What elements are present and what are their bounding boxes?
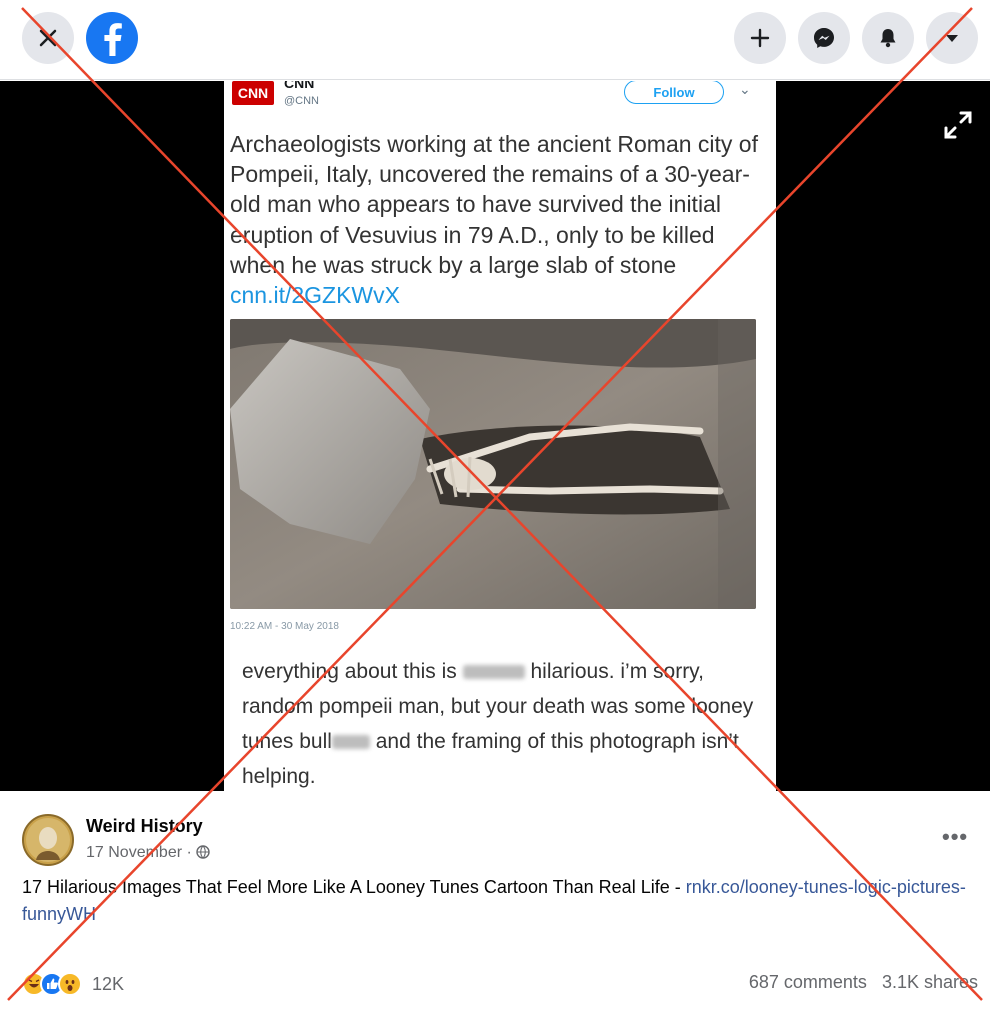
post-date-text: 17 November bbox=[86, 844, 183, 861]
tweet-body: Archaeologists working at the ancient Ro… bbox=[230, 131, 758, 278]
page-name[interactable]: Weird History bbox=[86, 816, 203, 837]
fullscreen-button[interactable] bbox=[942, 109, 974, 146]
post-image[interactable]: CNN CNN @CNN Follow ⌄ Archaeologists wor… bbox=[224, 81, 776, 791]
tweet-handle: @CNN bbox=[284, 95, 319, 107]
plus-icon bbox=[750, 28, 770, 48]
shares-count[interactable]: 3.1K shares bbox=[882, 972, 978, 992]
tweet-timestamp: 10:22 AM - 30 May 2018 bbox=[230, 621, 339, 632]
messenger-button[interactable] bbox=[798, 12, 850, 64]
top-bar bbox=[0, 0, 990, 80]
comments-count[interactable]: 687 comments bbox=[749, 972, 867, 992]
cnn-logo: CNN bbox=[232, 81, 274, 105]
globe-icon bbox=[196, 845, 210, 859]
account-menu-button[interactable] bbox=[926, 12, 978, 64]
notifications-button[interactable] bbox=[862, 12, 914, 64]
photo-viewer: CNN CNN @CNN Follow ⌄ Archaeologists wor… bbox=[0, 81, 990, 791]
wow-icon bbox=[58, 972, 82, 996]
caret-down-icon bbox=[946, 35, 958, 42]
bell-icon bbox=[880, 29, 896, 48]
tweet-photo bbox=[230, 319, 756, 609]
post-date[interactable]: 17 November · bbox=[86, 844, 210, 862]
close-button[interactable] bbox=[22, 12, 74, 64]
expand-icon bbox=[944, 111, 972, 139]
meme-caption: everything about this is hilarious. i’m … bbox=[242, 654, 772, 791]
post-text: 17 Hilarious Images That Feel More Like … bbox=[22, 874, 972, 928]
tweet-text: Archaeologists working at the ancient Ro… bbox=[230, 129, 770, 310]
tweet-follow-button: Follow bbox=[624, 81, 724, 104]
post-stats: 687 comments 3.1K shares bbox=[749, 972, 978, 993]
close-icon bbox=[39, 29, 57, 47]
reactions-summary[interactable]: 12K bbox=[22, 970, 124, 998]
avatar[interactable] bbox=[22, 814, 74, 866]
facebook-logo-icon[interactable] bbox=[86, 12, 138, 64]
chevron-down-icon: ⌄ bbox=[739, 81, 751, 97]
censored-word bbox=[462, 665, 525, 680]
messenger-icon bbox=[814, 28, 834, 48]
post-text-body: 17 Hilarious Images That Feel More Like … bbox=[22, 877, 686, 897]
censored-word bbox=[331, 735, 370, 750]
more-options-button[interactable]: ••• bbox=[942, 824, 968, 850]
tweet-link: cnn.it/2GZKWvX bbox=[230, 282, 400, 309]
reaction-count: 12K bbox=[92, 973, 125, 994]
caption-part-1: everything about this is bbox=[242, 660, 457, 683]
tweet-header: CNN CNN @CNN Follow ⌄ bbox=[224, 81, 776, 111]
date-separator: · bbox=[186, 844, 192, 861]
tweet-account-name: CNN bbox=[284, 81, 315, 91]
create-button[interactable] bbox=[734, 12, 786, 64]
